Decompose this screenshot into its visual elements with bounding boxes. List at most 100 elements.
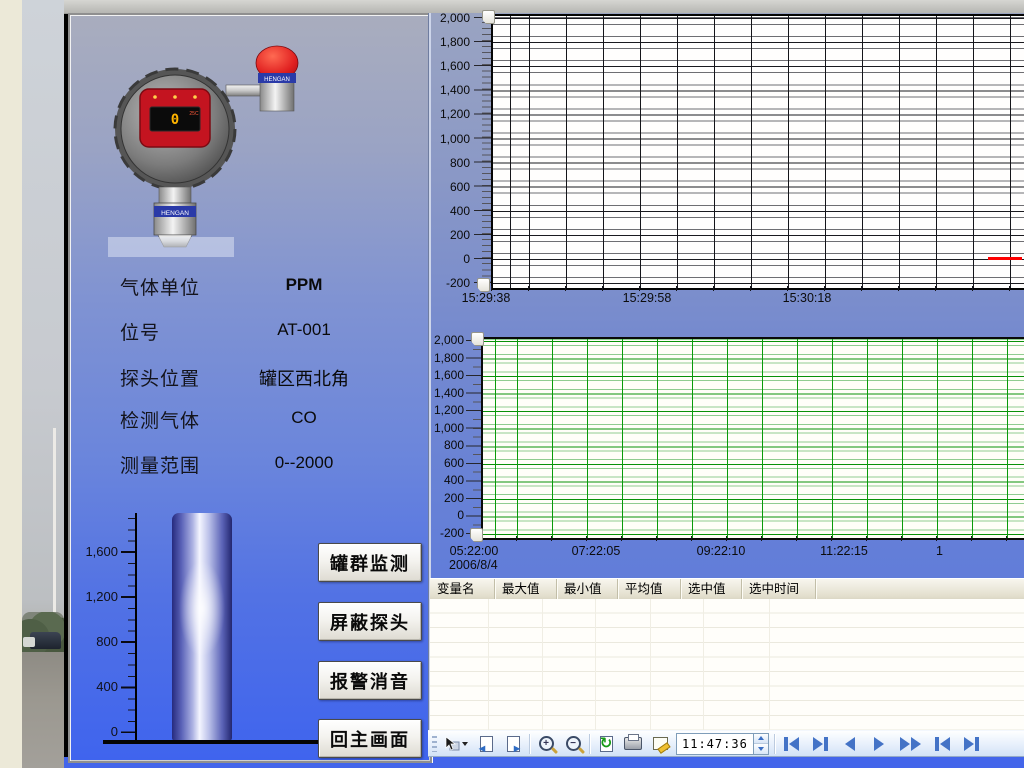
jump-last-button[interactable] <box>960 733 984 755</box>
jump-first-icon <box>935 737 939 751</box>
toolbar-grip[interactable] <box>432 736 437 752</box>
detector-panel: HENGAN 0 25C HENGAN 气体单位 PPM 位号 AT-001 探… <box>68 13 432 763</box>
y-tick-label: 400 <box>414 472 464 490</box>
y-tick-label: 1,800 <box>414 350 464 368</box>
realtime-x-axis-ticks <box>491 286 1024 291</box>
gauge-tick-label: 1,200 <box>70 574 118 619</box>
back-to-main-button[interactable]: 回主画面 <box>318 719 422 758</box>
field-label-range: 测量范围 <box>120 451 200 478</box>
field-value-gas-unit: PPM <box>220 275 388 295</box>
go-last-icon <box>824 737 828 751</box>
fast-forward-icon <box>900 737 910 751</box>
y-tick-label: 0 <box>420 247 470 271</box>
x-tick-label: 05:22:00 <box>434 544 514 558</box>
column-header-filler <box>816 579 1024 600</box>
y-tick-label: 800 <box>420 151 470 175</box>
stats-table-header: 变量名 最大值 最小值 平均值 选中值 选中时间 <box>430 578 1024 601</box>
y-tick-label: 2,000 <box>414 332 464 350</box>
refresh-button[interactable]: ↻ <box>595 733 617 755</box>
stats-table-body[interactable] <box>430 599 1024 730</box>
cursor-tool-icon <box>444 736 460 752</box>
field-label-tag: 位号 <box>120 318 160 345</box>
table-column-separator <box>488 599 489 730</box>
beacon-brand-label: HENGAN <box>264 77 290 83</box>
cursor-tool-button[interactable] <box>442 733 470 755</box>
x-tick-label: 11:22:15 <box>804 544 884 558</box>
page-back-icon: ◄ <box>480 736 493 752</box>
jump-last-icon <box>975 737 979 751</box>
y-tick-label: 600 <box>420 175 470 199</box>
time-spinner-buttons <box>753 734 768 754</box>
field-value-gas-type: CO <box>220 408 388 428</box>
caret-up-icon <box>758 736 764 740</box>
y-tick-label: 1,000 <box>420 127 470 151</box>
realtime-trace-segment <box>988 257 1022 260</box>
realtime-y-axis-major-ticks <box>474 17 491 285</box>
wallpaper-car-2 <box>23 637 35 647</box>
go-first-button[interactable] <box>780 733 804 755</box>
x-tick-label: 15:29:38 <box>446 291 526 305</box>
y-tick-label: 2,000 <box>420 6 470 30</box>
go-first-icon-arrow <box>789 737 799 751</box>
page-back-button[interactable]: ◄ <box>475 733 497 755</box>
toolbar-separator <box>589 734 590 754</box>
column-header-variable: 变量名 <box>430 579 495 600</box>
time-spinner-value[interactable]: 11:47:36 <box>677 737 753 751</box>
trend-toolbar: ◄ ► + − ↻ 11:47:36 <box>428 730 1024 757</box>
wallpaper-road <box>22 652 64 768</box>
blank-label-box <box>108 237 234 257</box>
table-column-separator <box>650 599 651 730</box>
step-back-button[interactable] <box>838 733 862 755</box>
sensor-brand-label: HENGAN <box>161 210 189 217</box>
svg-text:25C: 25C <box>189 111 199 117</box>
step-forward-button[interactable] <box>867 733 891 755</box>
field-label-gas-unit: 气体单位 <box>120 273 200 300</box>
fast-forward-button[interactable] <box>896 733 926 755</box>
zoom-out-button[interactable]: − <box>562 733 584 755</box>
go-last-button[interactable] <box>809 733 833 755</box>
go-last-icon-arrow <box>813 737 823 751</box>
toolbar-separator <box>774 734 775 754</box>
page-forward-icon: ► <box>507 736 520 752</box>
y-tick-label: 800 <box>414 437 464 455</box>
y-tick-label: 1,200 <box>420 102 470 126</box>
properties-button[interactable] <box>649 733 671 755</box>
realtime-trend-plot[interactable] <box>491 14 1024 290</box>
field-label-gas-type: 检测气体 <box>120 406 200 433</box>
print-button[interactable] <box>622 733 644 755</box>
gauge-tick-label: 400 <box>70 664 118 709</box>
zoom-in-button[interactable]: + <box>535 733 557 755</box>
field-value-range: 0--2000 <box>220 453 388 473</box>
y-tick-label: -200 <box>414 525 464 543</box>
history-start-date-label: 2006/8/4 <box>449 558 498 572</box>
y-tick-label: 600 <box>414 455 464 473</box>
wallpaper-pole <box>53 428 56 630</box>
alarm-mute-button[interactable]: 报警消音 <box>318 661 422 700</box>
refresh-icon: ↻ <box>600 737 613 751</box>
tank-group-monitor-button[interactable]: 罐群监测 <box>318 543 422 582</box>
table-column-separator <box>703 599 704 730</box>
step-back-icon <box>845 737 855 751</box>
gas-detector-image: HENGAN 0 25C HENGAN <box>98 37 333 262</box>
gauge-axis <box>135 513 137 741</box>
field-value-tag: AT-001 <box>220 320 388 340</box>
detector-display-value: 0 <box>171 112 179 128</box>
time-spin-up-button[interactable] <box>754 734 768 744</box>
y-tick-label: 200 <box>420 223 470 247</box>
page-forward-button[interactable]: ► <box>502 733 524 755</box>
y-tick-label: 1,800 <box>420 30 470 54</box>
gauge-tick-label: 0 <box>70 709 118 754</box>
step-forward-icon <box>874 737 884 751</box>
jump-first-button[interactable] <box>931 733 955 755</box>
gauge-tick-label: 800 <box>70 619 118 664</box>
gauge-scale-labels: 1,600 1,200 800 400 0 <box>70 529 118 754</box>
y-tick-label: 200 <box>414 490 464 508</box>
y-tick-label: 1,200 <box>414 402 464 420</box>
time-spinner[interactable]: 11:47:36 <box>676 733 769 755</box>
history-trend-plot[interactable] <box>481 337 1024 540</box>
fast-forward-icon-2 <box>911 737 921 751</box>
column-header-average: 平均值 <box>618 579 681 600</box>
cursor-tool-dropdown-caret <box>462 742 468 746</box>
shield-probe-button[interactable]: 屏蔽探头 <box>318 602 422 641</box>
time-spin-down-button[interactable] <box>754 743 768 754</box>
